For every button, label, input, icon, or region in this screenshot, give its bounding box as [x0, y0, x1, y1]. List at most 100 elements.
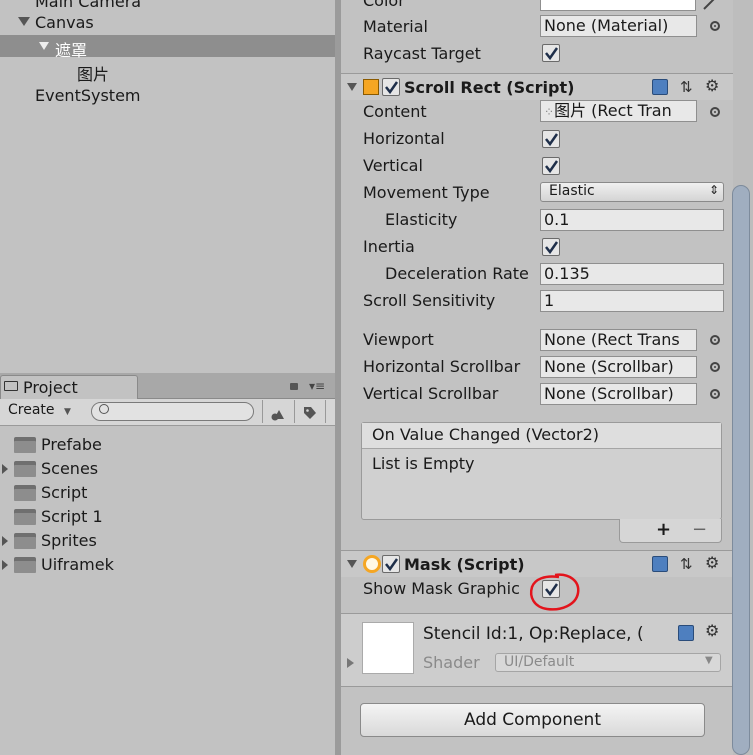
viewport-field[interactable]: None (Rect Trans — [540, 329, 697, 351]
gear-icon[interactable]: ⚙ — [705, 621, 719, 640]
content-field-value: 图片 (Rect Tran — [554, 101, 672, 120]
tab-project[interactable]: Project — [0, 375, 138, 399]
project-folder-prefabe[interactable]: Prefabe — [41, 435, 102, 454]
panel-menu-icon[interactable]: ▾≡ — [309, 379, 325, 393]
dropdown-arrows-icon: ⇕ — [709, 183, 720, 197]
search-icon — [99, 404, 109, 414]
scroll-rect-title: Scroll Rect (Script) — [404, 78, 575, 97]
vertical-label: Vertical — [363, 156, 423, 175]
add-component-button[interactable]: Add Component — [360, 703, 705, 737]
elasticity-field[interactable]: 0.1 — [540, 209, 724, 231]
mask-component-icon — [363, 555, 381, 573]
folder-icon — [14, 485, 36, 501]
folder-icon — [14, 437, 36, 453]
object-picker-icon[interactable] — [710, 389, 720, 399]
deceleration-rate-label: Deceleration Rate — [385, 264, 529, 283]
mask-enabled-checkbox[interactable] — [382, 555, 400, 573]
color-field[interactable] — [540, 0, 696, 11]
scroll-sensitivity-label: Scroll Sensitivity — [363, 291, 496, 310]
show-mask-graphic-label: Show Mask Graphic — [363, 579, 520, 598]
expand-arrow-icon[interactable] — [2, 560, 8, 570]
filter-by-type-button[interactable] — [262, 400, 293, 423]
create-dropdown[interactable]: Create — [8, 402, 55, 418]
add-event-button[interactable]: + — [656, 519, 671, 540]
hierarchy-item-eventsystem[interactable]: EventSystem — [35, 86, 141, 105]
vertical-checkbox[interactable] — [542, 157, 560, 175]
event-header: On Value Changed (Vector2) — [362, 423, 721, 449]
presets-icon[interactable]: ⇅ — [680, 78, 693, 96]
expand-arrow-icon[interactable] — [39, 42, 49, 50]
collapse-arrow-icon[interactable] — [347, 560, 357, 568]
movement-type-dropdown[interactable]: Elastic ⇕ — [540, 182, 724, 202]
hierarchy-item-mask-object[interactable]: 遮罩 — [55, 37, 87, 61]
project-folder-sprites[interactable]: Sprites — [41, 531, 97, 550]
expand-arrow-icon[interactable] — [2, 536, 8, 546]
project-folder-uiframek[interactable]: Uiframek — [41, 555, 114, 574]
folder-icon — [14, 461, 36, 477]
help-book-icon[interactable] — [652, 556, 668, 572]
gear-icon[interactable]: ⚙ — [705, 76, 719, 95]
project-folder-scenes[interactable]: Scenes — [41, 459, 98, 478]
project-tab-bar: Project ▾≡ — [0, 373, 335, 399]
object-picker-icon[interactable] — [710, 362, 720, 372]
movement-type-value: Elastic — [549, 183, 595, 199]
inertia-label: Inertia — [363, 237, 415, 256]
expand-arrow-icon[interactable] — [18, 17, 30, 26]
expand-arrow-icon[interactable] — [2, 464, 8, 474]
content-field[interactable]: ⁘图片 (Rect Tran — [540, 100, 697, 122]
horizontal-checkbox[interactable] — [542, 130, 560, 148]
project-folder-script[interactable]: Script — [41, 483, 87, 502]
horizontal-scrollbar-field[interactable]: None (Scrollbar) — [540, 356, 697, 378]
object-picker-icon[interactable] — [710, 335, 720, 345]
event-list-footer: + − — [619, 519, 722, 543]
search-input[interactable] — [91, 402, 254, 421]
vertical-scrollbar-field[interactable]: None (Scrollbar) — [540, 383, 697, 405]
event-empty-text: List is Empty — [372, 454, 475, 473]
red-annotation-circle — [530, 573, 580, 611]
remove-event-button[interactable]: − — [692, 519, 707, 540]
help-book-icon[interactable] — [652, 79, 668, 95]
elasticity-label: Elasticity — [385, 210, 458, 229]
shader-value: UI/Default — [504, 654, 575, 670]
expand-arrow-icon[interactable] — [347, 658, 354, 668]
horizontal-label: Horizontal — [363, 129, 445, 148]
project-panel: Project ▾≡ Create ▼ Prefabe Scenes Scrip… — [0, 373, 335, 755]
raycast-target-checkbox[interactable] — [542, 44, 560, 62]
on-value-changed-event: On Value Changed (Vector2) List is Empty — [361, 422, 722, 520]
shader-dropdown[interactable]: UI/Default ▼ — [495, 653, 721, 672]
project-folder-script-1[interactable]: Script 1 — [41, 507, 103, 526]
eyedropper-icon[interactable] — [702, 0, 718, 15]
presets-icon[interactable]: ⇅ — [680, 555, 693, 573]
stencil-text: Stencil Id:1, Op:Replace, ( — [423, 624, 644, 644]
scroll-rect-header[interactable]: Scroll Rect (Script) ⇅ ⚙ — [341, 73, 739, 100]
deceleration-rate-field[interactable]: 0.135 — [540, 263, 724, 285]
material-field[interactable]: None (Material) — [540, 15, 697, 37]
inertia-checkbox[interactable] — [542, 238, 560, 256]
material-preview-swatch — [362, 622, 414, 674]
content-label: Content — [363, 102, 427, 121]
scroll-rect-enabled-checkbox[interactable] — [382, 78, 400, 96]
inspector-scrollbar-thumb[interactable] — [732, 185, 750, 755]
object-picker-icon[interactable] — [710, 107, 720, 117]
folder-icon — [14, 533, 36, 549]
inspector-panel: Color Material None (Material) Raycast T… — [341, 0, 753, 755]
hierarchy-selection-highlight — [0, 35, 335, 57]
folder-icon — [14, 557, 36, 573]
material-preview-section: Stencil Id:1, Op:Replace, ( ⚙ Shader UI/… — [341, 613, 739, 687]
gear-icon[interactable]: ⚙ — [705, 553, 719, 572]
hierarchy-item-image[interactable]: 图片 — [77, 61, 109, 85]
collapse-arrow-icon[interactable] — [347, 83, 357, 91]
scroll-sensitivity-field[interactable]: 1 — [540, 290, 724, 312]
hierarchy-item-main-camera[interactable]: Main Camera — [35, 0, 141, 11]
help-book-icon[interactable] — [678, 625, 694, 641]
chevron-down-icon: ▼ — [705, 655, 713, 666]
material-label: Material — [363, 17, 428, 36]
hierarchy-item-canvas[interactable]: Canvas — [35, 13, 94, 32]
shader-label: Shader — [423, 653, 480, 672]
mask-title: Mask (Script) — [404, 555, 525, 574]
lock-icon[interactable] — [290, 383, 298, 390]
chevron-down-icon: ▼ — [64, 407, 71, 417]
filter-by-label-button[interactable] — [294, 400, 326, 423]
vertical-scrollbar-label: Vertical Scrollbar — [363, 384, 499, 403]
object-picker-icon[interactable] — [710, 21, 720, 31]
